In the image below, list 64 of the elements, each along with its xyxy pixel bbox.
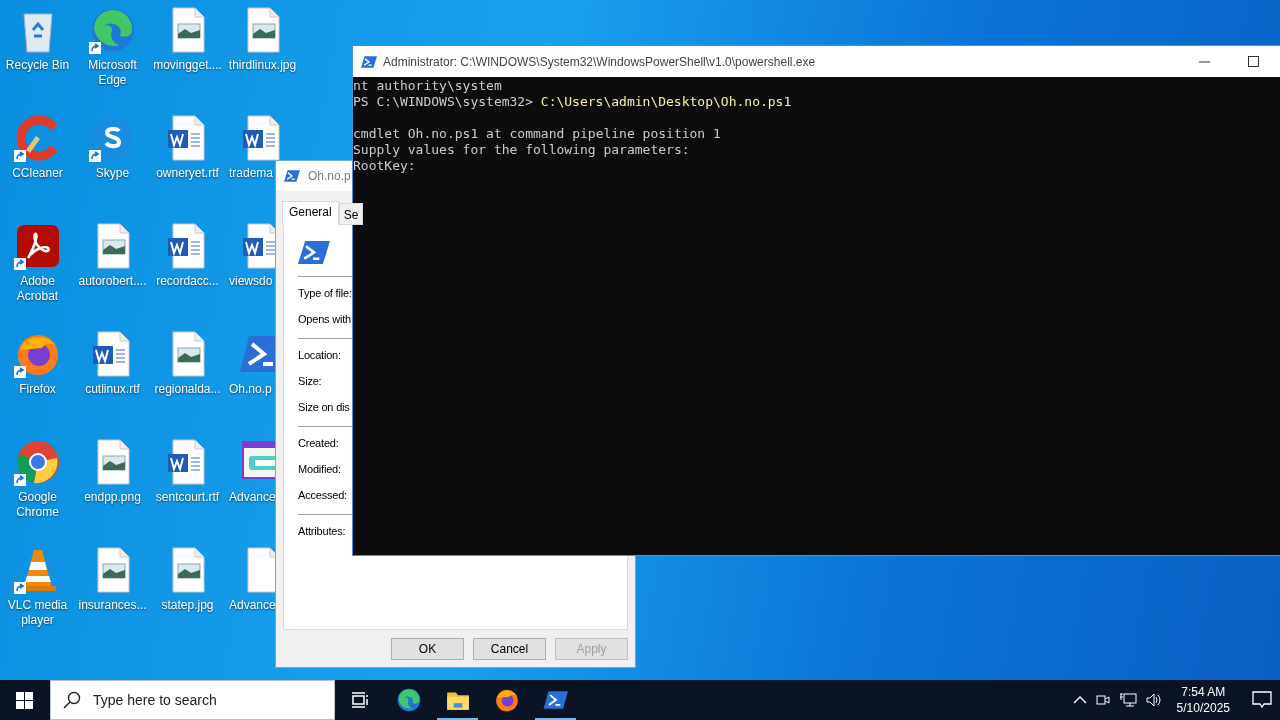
- clock-time: 7:54 AM: [1181, 684, 1226, 700]
- desktop-icon-label[interactable]: Adobe Acrobat: [0, 274, 75, 304]
- terminal-icon: [284, 169, 300, 183]
- desktop-icon-label[interactable]: statep.jpg: [161, 598, 214, 613]
- desktop-icon-label[interactable]: Firefox: [19, 382, 56, 397]
- desktop-icon-label[interactable]: thirdlinux.jpg: [228, 58, 297, 73]
- field-label: Created:: [298, 436, 340, 451]
- network-icon[interactable]: [1118, 692, 1137, 708]
- desktop-icon-label[interactable]: Oh.no.p: [225, 382, 272, 397]
- field-label: Size on dis: [298, 400, 351, 415]
- console-output: nt authority\system: [353, 78, 502, 94]
- task-view-icon: [350, 692, 369, 708]
- dialog-tab[interactable]: Se: [338, 203, 364, 225]
- desktop-icon-label[interactable]: sentcourt.rtf: [155, 490, 220, 505]
- notification-icon[interactable]: [1252, 691, 1272, 709]
- browser-icon: [493, 687, 520, 713]
- field-label: Opens with:: [298, 312, 355, 327]
- windows-logo-icon: [15, 691, 33, 709]
- search-placeholder: Type here to search: [93, 692, 217, 708]
- desktop-icon-label[interactable]: endpp.png: [84, 490, 141, 505]
- console-command: C:\Users\admin\Desktop\Oh.no.ps1: [540, 94, 792, 110]
- desktop-icon-label[interactable]: regionalda...: [154, 382, 221, 397]
- desktop-icon-label[interactable]: VLC media player: [0, 598, 75, 628]
- desktop-icon-label[interactable]: insurances...: [78, 598, 147, 613]
- console-output: RootKey:: [353, 158, 416, 174]
- desktop-icon-label[interactable]: owneryet.rtf: [156, 166, 219, 181]
- dialog-tab[interactable]: General: [282, 201, 339, 225]
- field-label: Modified:: [298, 462, 342, 477]
- console-prompt: PS C:\WINDOWS\system32>: [353, 94, 533, 110]
- search-icon: [63, 691, 81, 709]
- desktop-icon-label[interactable]: Google Chrome: [0, 490, 75, 520]
- dialog-button[interactable]: Cancel: [473, 638, 546, 660]
- desktop-icon-label[interactable]: cutlinux.rtf: [85, 382, 140, 397]
- desktop-icon-label[interactable]: movingget....: [153, 58, 222, 73]
- field-label: Size:: [298, 374, 323, 389]
- desktop-icon-label[interactable]: Recycle Bin: [5, 58, 70, 73]
- desktop-icon-label[interactable]: Skype: [95, 166, 130, 181]
- clock-date: 5/10/2025: [1176, 700, 1230, 716]
- desktop-icon-label[interactable]: CCleaner: [12, 166, 63, 181]
- desktop-icon-label[interactable]: autorobert....: [78, 274, 147, 289]
- chevron-up-icon[interactable]: [1072, 695, 1087, 705]
- window-title: Administrator: C:\WINDOWS\System32\WindowsPowerShell\v1.0\powershell.exe: [383, 54, 817, 69]
- camera-icon[interactable]: [1094, 692, 1111, 708]
- field-label: Location:: [298, 348, 342, 363]
- console-output: Supply values for the following parameters:: [353, 142, 690, 158]
- volume-icon[interactable]: [1144, 692, 1163, 708]
- field-label: Accessed:: [298, 488, 348, 503]
- desktop-icon-label[interactable]: Advance: [225, 490, 276, 505]
- desktop-icon-label[interactable]: Advance: [225, 598, 276, 613]
- terminal-icon: [298, 239, 330, 266]
- clock[interactable]: 7:54 AM 5/10/2025: [1176, 684, 1230, 716]
- search-field[interactable]: Type here to search: [50, 680, 335, 720]
- dialog-title: Oh.no.p: [308, 169, 351, 183]
- desktop-icon-label[interactable]: viewsdo: [225, 274, 273, 289]
- field-label: Attributes:: [298, 524, 347, 539]
- desktop-icon-label[interactable]: recordacc...: [156, 274, 219, 289]
- desktop-icon-label[interactable]: tradema: [225, 166, 274, 181]
- terminal-icon: [361, 54, 377, 69]
- desktop-icon-label[interactable]: Microsoft Edge: [75, 58, 150, 88]
- maximize-button[interactable]: [1248, 56, 1259, 67]
- dialog-button[interactable]: OK: [391, 638, 464, 660]
- browser-icon: [395, 687, 422, 713]
- field-label: Type of file:: [298, 286, 353, 301]
- console-output: cmdlet Oh.no.ps1 at command pipeline position 1: [353, 126, 721, 142]
